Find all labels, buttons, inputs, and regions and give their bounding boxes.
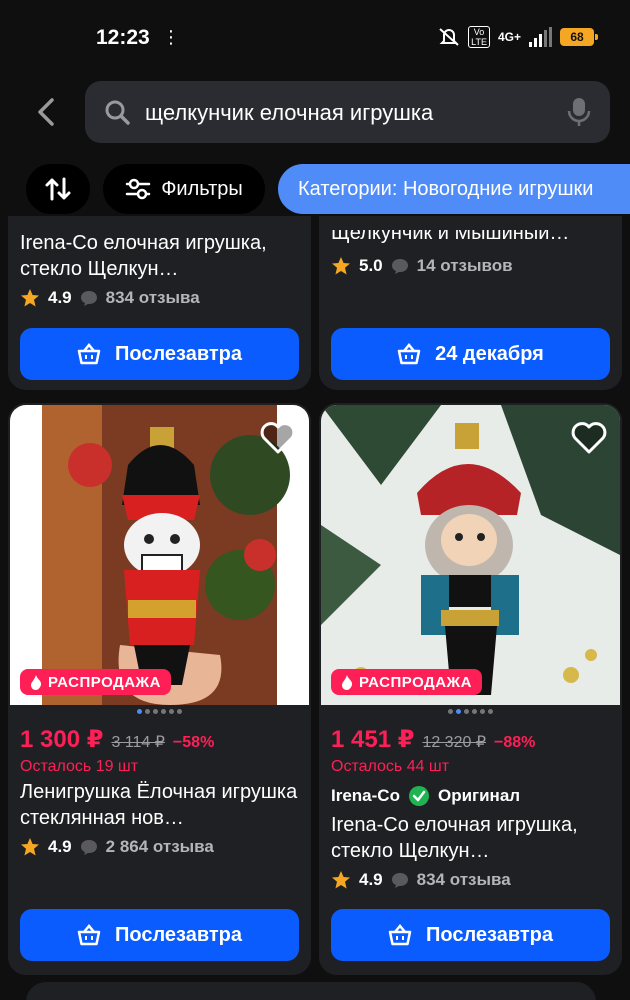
comment-icon	[80, 840, 97, 855]
star-icon	[21, 838, 39, 856]
add-to-cart-button[interactable]: Послезавтра	[20, 328, 299, 380]
product-card[interactable]: РАСПРОДАЖА 1 451 ₽ 12 320 ₽ −88% Осталос…	[319, 403, 622, 975]
discount: −88%	[494, 734, 536, 751]
product-title-text: Щелкунчик и Мышиный…	[331, 230, 570, 244]
add-to-cart-button[interactable]: Послезавтра	[20, 909, 299, 961]
star-icon	[332, 257, 350, 275]
network-type: 4G+	[497, 30, 521, 44]
sale-badge-label: РАСПРОДАЖА	[48, 673, 161, 691]
price: 1 300 ₽	[20, 726, 104, 753]
add-to-cart-button[interactable]: Послезавтра	[331, 909, 610, 961]
volte-icon: Vo LTE	[468, 26, 490, 48]
stock-remaining: Осталось 44 шт	[331, 758, 450, 775]
chevron-left-icon	[38, 98, 54, 126]
filters-button[interactable]: Фильтры	[103, 164, 265, 214]
basket-icon	[77, 343, 101, 365]
reviews-count: 834 отзыва	[105, 288, 200, 307]
delivery-label: Послезавтра	[426, 923, 553, 946]
brand-row[interactable]: Irena-Co Оригинал	[331, 785, 520, 807]
sort-button[interactable]	[26, 164, 90, 214]
search-bar[interactable]: щелкунчик елочная игрушка	[85, 81, 610, 143]
bottom-navigation-bar	[26, 982, 596, 1000]
status-bar: 12:23 ⋮ Vo LTE 4G+ 68	[0, 0, 630, 80]
battery-level: 68	[570, 30, 584, 44]
rating-value: 4.9	[359, 870, 383, 889]
fire-icon	[31, 674, 42, 690]
delivery-label: Послезавтра	[115, 923, 242, 946]
category-label: Категории: Новогодние игрушки	[298, 177, 594, 200]
original-tag: Оригинал	[437, 786, 521, 805]
star-icon	[21, 289, 39, 307]
rating-value: 4.9	[48, 288, 72, 307]
category-chip[interactable]: Категории: Новогодние игрушки	[278, 164, 630, 214]
price-row: 1 451 ₽ 12 320 ₽ −88%	[331, 725, 535, 754]
filters-label: Фильтры	[161, 177, 243, 200]
battery-icon: 68	[560, 28, 598, 46]
rating-value: 5.0	[359, 256, 383, 275]
product-title: Irena-Co елочная игрушка, стекло Щелкун…	[331, 814, 578, 862]
basket-icon	[397, 343, 421, 365]
product-card[interactable]: Irena-Co елочная игрушка, стекло Щелкун……	[8, 216, 311, 390]
verified-check-icon	[408, 786, 429, 806]
sale-badge: РАСПРОДАЖА	[20, 669, 171, 695]
back-button[interactable]	[28, 92, 64, 132]
rating-row: 4.9 834 отзыва	[20, 288, 200, 308]
status-icons: Vo LTE 4G+ 68	[438, 26, 598, 48]
reviews-count: 14 отзывов	[416, 256, 513, 275]
product-title: Ленигрушка Ёлочная игрушка стеклянная но…	[20, 781, 298, 829]
rating-row: 4.9 2 864 отзыва	[20, 837, 214, 857]
favorite-heart-icon[interactable]	[570, 419, 608, 455]
status-time: 12:23	[96, 26, 150, 49]
comment-icon	[391, 259, 408, 274]
sale-badge-label: РАСПРОДАЖА	[359, 673, 472, 691]
brand-name: Irena-Co	[331, 786, 400, 805]
basket-icon	[388, 924, 412, 946]
search-icon	[105, 100, 130, 125]
image-pagination-dots	[8, 709, 311, 714]
signal-icon	[529, 27, 552, 47]
add-to-cart-button[interactable]: 24 декабря	[331, 328, 610, 380]
image-pagination-dots	[319, 709, 622, 714]
old-price: 12 320 ₽	[422, 734, 486, 751]
comment-icon	[80, 291, 97, 306]
filters-icon	[125, 178, 151, 200]
discount: −58%	[172, 734, 215, 751]
comment-icon	[391, 873, 408, 888]
reviews-count: 2 864 отзыва	[105, 837, 214, 856]
favorite-heart-icon[interactable]	[259, 419, 297, 455]
mute-icon	[439, 28, 459, 46]
delivery-label: 24 декабря	[435, 342, 544, 365]
stock-remaining: Осталось 19 шт	[20, 758, 139, 775]
reviews-count: 834 отзыва	[416, 870, 511, 889]
product-card[interactable]: РАСПРОДАЖА 1 300 ₽ 3 114 ₽ −58% Осталось…	[8, 403, 311, 975]
fire-icon	[342, 674, 353, 690]
sort-icon	[45, 177, 71, 201]
search-input[interactable]: щелкунчик елочная игрушка	[145, 100, 433, 126]
rating-row: 5.0 14 отзывов	[331, 256, 513, 276]
product-title: Щелкунчик и Мышиный…	[331, 230, 611, 248]
old-price: 3 114 ₽	[111, 734, 165, 751]
sale-badge: РАСПРОДАЖА	[331, 669, 482, 695]
rating-row: 4.9 834 отзыва	[331, 870, 511, 890]
footsteps-icon: ⋮	[162, 27, 180, 47]
rating-value: 4.9	[48, 837, 72, 856]
product-title: Irena-Co елочная игрушка, стекло Щелкун…	[20, 232, 267, 280]
star-icon	[332, 871, 350, 889]
delivery-label: Послезавтра	[115, 342, 242, 365]
price: 1 451 ₽	[331, 726, 415, 753]
basket-icon	[77, 924, 101, 946]
price-row: 1 300 ₽ 3 114 ₽ −58%	[20, 725, 214, 754]
product-card[interactable]: Щелкунчик и Мышиный… 5.0 14 отзывов 24 д…	[319, 216, 622, 390]
microphone-icon[interactable]	[566, 96, 592, 128]
